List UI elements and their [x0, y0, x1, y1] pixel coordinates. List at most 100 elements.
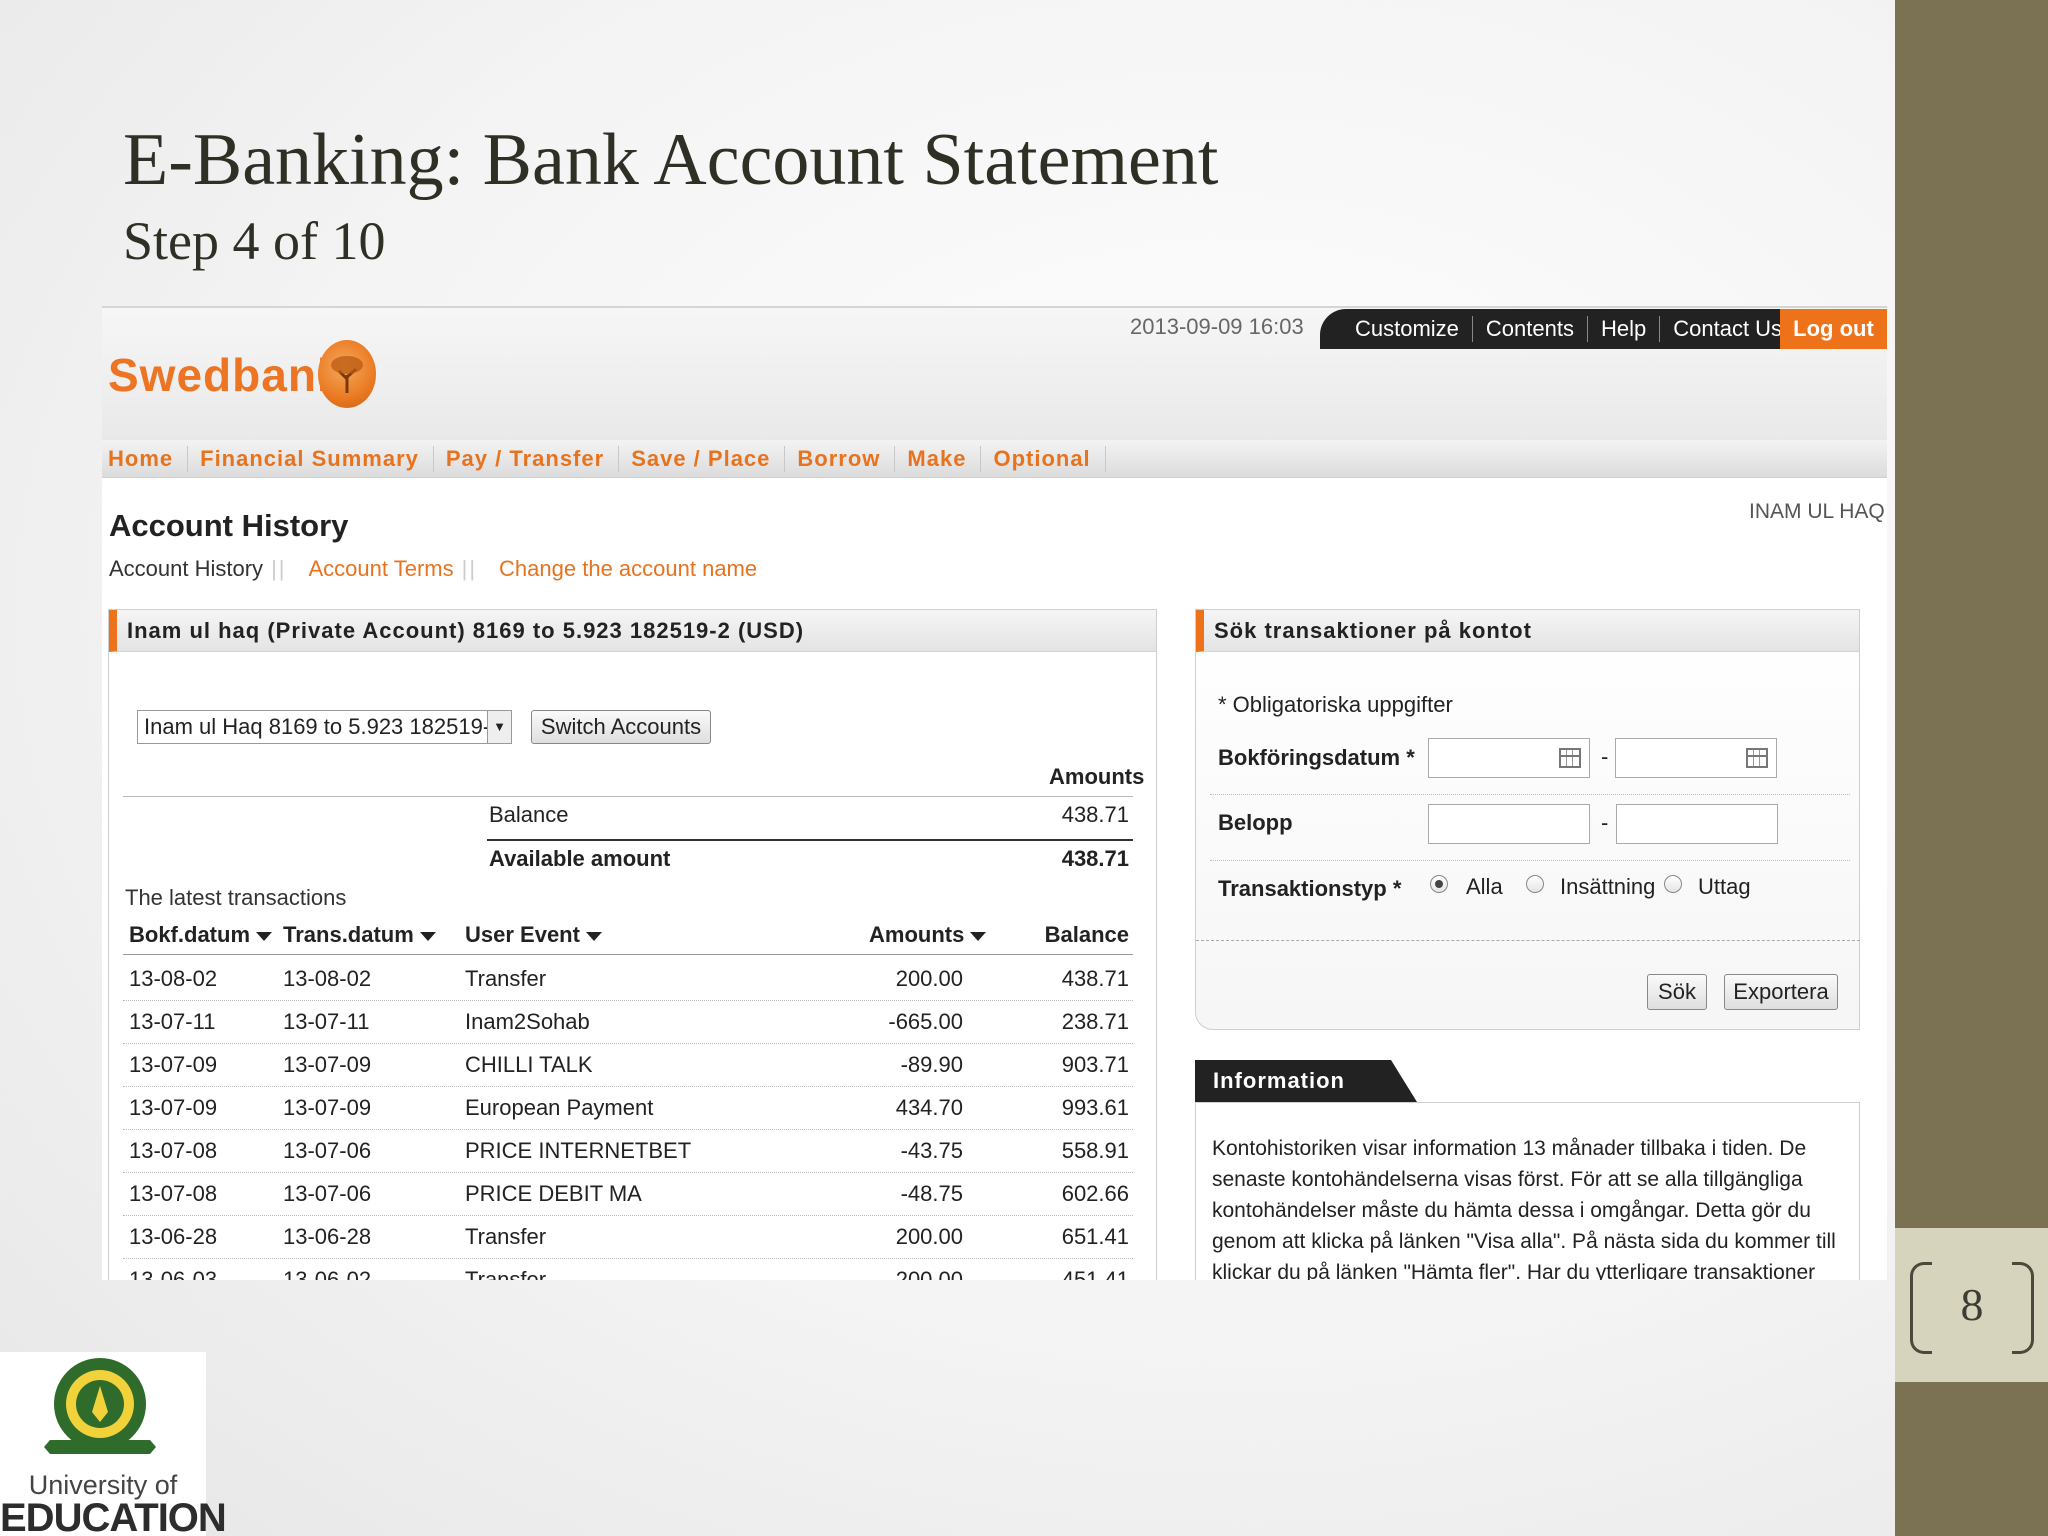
cell-bokf-datum: 13-07-09	[129, 1095, 218, 1120]
amounts-header: Amounts	[1049, 764, 1145, 789]
sub-tabs: Account History || Account Terms || Chan…	[109, 556, 757, 582]
tab-separator: ||	[271, 556, 287, 581]
sort-down-icon	[585, 931, 602, 941]
nav-borrow[interactable]: Borrow	[797, 445, 896, 472]
timestamp: 2013-09-09 16:03	[1130, 314, 1304, 339]
info-box: Kontohistoriken visar information 13 mån…	[1195, 1102, 1860, 1280]
slide-title: E-Banking: Bank Account Statement	[123, 119, 1219, 201]
amount-from-input[interactable]	[1428, 804, 1590, 844]
divider	[1196, 940, 1860, 941]
divider	[1210, 860, 1850, 861]
top-nav-customize[interactable]: Customize	[1342, 316, 1473, 342]
range-dash: -	[1601, 810, 1609, 835]
nav-financial-summary[interactable]: Financial Summary	[200, 445, 434, 472]
cell-trans-datum: 13-07-11	[283, 1009, 370, 1034]
calendar-icon[interactable]	[1746, 748, 1768, 768]
cell-amount: -665.00	[888, 1009, 963, 1034]
cell-amount: 200.00	[895, 1267, 963, 1280]
table-row[interactable]: 13-07-08 13-07-06 PRICE DEBIT MA -48.75 602.…	[123, 1173, 1133, 1216]
switch-accounts-button[interactable]: Switch Accounts	[531, 710, 711, 744]
sort-down-icon	[256, 931, 272, 941]
table-row[interactable]: 13-07-08 13-07-06 PRICE INTERNETBET -43.75 5…	[123, 1130, 1133, 1173]
date-to-input[interactable]	[1615, 738, 1777, 778]
search-button[interactable]: Sök	[1647, 974, 1707, 1010]
amount-to-input[interactable]	[1616, 804, 1778, 844]
nav-home[interactable]: Home	[108, 445, 189, 472]
col-trans-datum[interactable]: Trans.datum	[283, 922, 436, 948]
col-bokf-datum[interactable]: Bokf.datum	[129, 922, 272, 948]
top-nav-contact-us[interactable]: Contact Us	[1660, 316, 1795, 342]
cell-balance: 558.91	[1061, 1138, 1129, 1163]
cell-user-event: Transfer	[465, 1224, 547, 1249]
export-button[interactable]: Exportera	[1724, 974, 1838, 1010]
tab-account-terms[interactable]: Account Terms	[309, 556, 454, 582]
slide-subtitle: Step 4 of 10	[123, 211, 386, 271]
table-row[interactable]: 13-06-03 13-06-02 Transfer 200.00 451.41	[123, 1259, 1133, 1280]
search-panel: Sök transaktioner på kontot * Obligatori…	[1195, 609, 1860, 1030]
cell-trans-datum: 13-07-06	[283, 1181, 372, 1206]
bank-header: 2013-09-09 16:03 Customize Contents Help…	[102, 306, 1887, 440]
cell-trans-datum: 13-08-02	[283, 966, 372, 991]
cell-user-event: Transfer	[465, 1267, 547, 1280]
nav-pay-transfer[interactable]: Pay / Transfer	[446, 445, 620, 472]
table-row[interactable]: 13-08-02 13-08-02 Transfer 200.00 438.71	[123, 958, 1133, 1001]
nav-save-place[interactable]: Save / Place	[631, 445, 786, 472]
info-text: Kontohistoriken visar information 13 mån…	[1212, 1137, 1836, 1280]
cell-amount: -48.75	[900, 1181, 963, 1206]
table-row[interactable]: 13-06-28 13-06-28 Transfer 200.00 651.41	[123, 1216, 1133, 1259]
tab-account-history[interactable]: Account History	[109, 556, 263, 582]
col-user-event[interactable]: User Event	[465, 922, 602, 948]
radio-uttag-label: Uttag	[1698, 874, 1751, 899]
cell-amount: 200.00	[895, 966, 963, 991]
divider	[1210, 794, 1850, 795]
calendar-icon[interactable]	[1559, 748, 1581, 768]
range-dash: -	[1601, 744, 1609, 769]
cell-user-event: Inam2Sohab	[465, 1009, 590, 1034]
cell-bokf-datum: 13-08-02	[129, 966, 218, 991]
nav-make[interactable]: Make	[907, 445, 982, 472]
page-number: 8	[1960, 1279, 1984, 1330]
required-note: * Obligatoriska uppgifter	[1218, 692, 1453, 717]
page-heading: Account History	[109, 508, 349, 543]
table-row[interactable]: 13-07-09 13-07-09 CHILLI TALK -89.90 903.71	[123, 1044, 1133, 1087]
university-seal-icon	[44, 1358, 156, 1454]
main-nav: Home Financial Summary Pay / Transfer Sa…	[102, 440, 1887, 478]
cell-trans-datum: 13-07-09	[283, 1052, 372, 1077]
cell-balance: 602.66	[1061, 1181, 1129, 1206]
radio-insattning-label: Insättning	[1560, 874, 1656, 899]
cell-amount: 200.00	[895, 1224, 963, 1249]
info-tab: Information	[1195, 1060, 1417, 1102]
amount-label: Belopp	[1218, 810, 1293, 835]
table-row[interactable]: 13-07-09 13-07-09 European Payment 434.70 99…	[123, 1087, 1133, 1130]
cell-user-event: Transfer	[465, 966, 547, 991]
date-from-input[interactable]	[1428, 738, 1590, 778]
radio-uttag[interactable]	[1664, 875, 1682, 893]
top-nav-help[interactable]: Help	[1588, 316, 1661, 342]
cell-trans-datum: 13-06-28	[283, 1224, 372, 1249]
chevron-down-icon[interactable]: ▼	[487, 711, 511, 743]
col-amounts[interactable]: Amounts	[869, 922, 987, 948]
radio-alla-label: Alla	[1466, 874, 1503, 899]
cell-balance: 903.71	[1061, 1052, 1129, 1077]
sort-down-icon	[419, 931, 436, 941]
divider	[123, 954, 1133, 955]
radio-alla[interactable]	[1430, 875, 1448, 893]
top-nav-contents[interactable]: Contents	[1473, 316, 1588, 342]
table-row[interactable]: 13-07-11 13-07-11 Inam2Sohab -665.00 238.71	[123, 1001, 1133, 1044]
search-panel-header: Sök transaktioner på kontot	[1196, 610, 1859, 652]
divider	[487, 839, 1133, 841]
swedbank-logo-text[interactable]: Swedbank	[108, 348, 344, 402]
cell-balance: 438.71	[1061, 966, 1129, 991]
nav-optional[interactable]: Optional	[993, 445, 1106, 472]
balance-value: 438.71	[1061, 802, 1129, 827]
user-name: INAM UL HAQ	[1749, 500, 1885, 523]
account-select[interactable]: Inam ul Haq 8169 to 5.923 182519-2 ▼	[137, 710, 512, 744]
tab-change-account-name[interactable]: Change the account name	[499, 556, 757, 582]
logout-button[interactable]: Log out	[1780, 309, 1887, 349]
cell-user-event: PRICE DEBIT MA	[465, 1181, 642, 1206]
cell-bokf-datum: 13-07-08	[129, 1138, 218, 1163]
cell-bokf-datum: 13-07-08	[129, 1181, 218, 1206]
cell-balance: 993.61	[1061, 1095, 1129, 1120]
radio-insattning[interactable]	[1526, 875, 1544, 893]
university-logo: University of EDUCATION	[0, 1352, 227, 1536]
